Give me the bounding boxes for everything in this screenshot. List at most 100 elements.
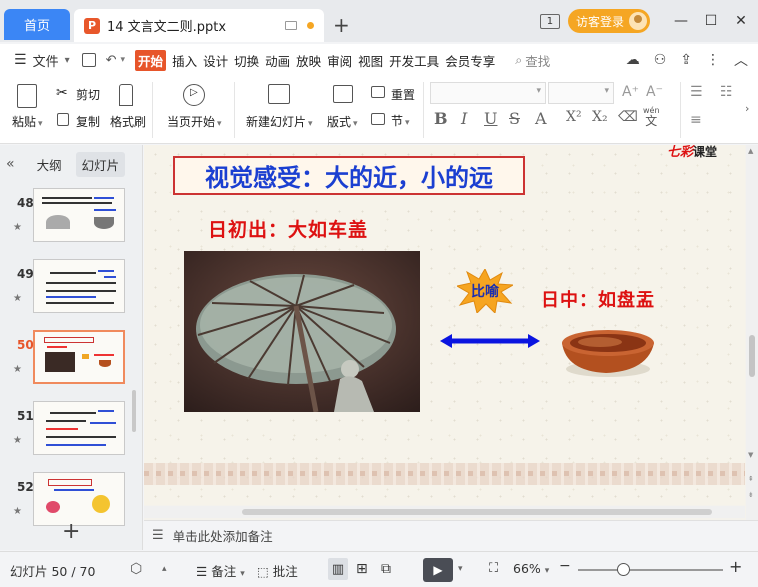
sorter-view-icon[interactable]: ⊞ <box>356 561 368 577</box>
prev-slide-icon[interactable]: ⇞ <box>748 475 754 483</box>
new-slide-button[interactable]: 新建幻灯片 <box>246 113 313 130</box>
reset-icon[interactable] <box>371 86 385 98</box>
notes-area[interactable]: ☰ 单击此处添加备注 <box>144 520 758 550</box>
collapse-ribbon-icon[interactable]: ︿ <box>734 50 748 70</box>
slides-pane-scrollbar[interactable] <box>132 390 136 432</box>
menu-tab-animation[interactable]: 动画 <box>265 51 290 70</box>
tab-slides[interactable]: 幻灯片 <box>75 151 126 177</box>
undo-icon[interactable]: ↶ <box>106 53 117 68</box>
font-color-icon[interactable]: A <box>535 109 547 128</box>
comments-toggle[interactable]: ⬚ 批注 <box>257 561 298 580</box>
parasol-photo[interactable] <box>184 251 420 412</box>
slide-title[interactable]: 视觉感受：大的近，小的远 <box>173 156 525 195</box>
font-size-select[interactable]: ▾ <box>548 82 614 104</box>
home-tab[interactable]: 首页 <box>4 9 70 40</box>
reset-button[interactable]: 重置 <box>391 86 415 103</box>
copy-button[interactable]: 复制 <box>76 113 100 130</box>
add-user-icon[interactable]: ⚇ <box>654 52 667 68</box>
new-tab-plus-icon[interactable]: + <box>333 13 350 37</box>
monitor-icon[interactable] <box>285 21 297 30</box>
menu-tab-member[interactable]: 会员专享 <box>445 51 495 70</box>
underline-icon[interactable]: U <box>484 109 497 128</box>
menu-tab-home[interactable]: 开始 <box>135 49 167 71</box>
collapse-pane-icon[interactable]: « <box>6 156 15 172</box>
font-family-select[interactable]: ▾ <box>430 82 546 104</box>
slide-thumbnail-50[interactable]: 50 ★ <box>0 330 143 390</box>
cloud-sync-icon[interactable]: ☁ <box>626 52 640 68</box>
slideshow-play-button[interactable]: ▶ <box>423 558 453 582</box>
minimize-icon[interactable]: — <box>668 9 694 33</box>
increase-font-icon[interactable]: A⁺ <box>622 84 639 100</box>
share-icon[interactable]: ⇪ <box>680 52 692 68</box>
tab-outline[interactable]: 大纲 <box>37 155 62 174</box>
menu-tab-design[interactable]: 设计 <box>203 51 228 70</box>
superscript-icon[interactable]: X² <box>566 109 582 125</box>
document-tab[interactable]: P 14 文言文二则.pptx <box>74 9 324 42</box>
chevron-down-icon[interactable]: ▾ <box>458 564 463 574</box>
subtitle-right[interactable]: 日中：如盘盂 <box>541 286 655 312</box>
maximize-icon[interactable]: ☐ <box>698 9 724 33</box>
format-painter-icon[interactable] <box>119 84 133 106</box>
menu-tab-insert[interactable]: 插入 <box>172 51 197 70</box>
bold-icon[interactable]: B <box>434 109 448 128</box>
bullet-list-icon[interactable]: ☰ <box>690 84 703 100</box>
pinyin-guide-button[interactable]: wén 文 <box>643 106 660 127</box>
chevron-up-icon[interactable]: ▴ <box>162 564 167 574</box>
normal-view-icon[interactable]: ▥ <box>328 558 348 580</box>
clear-format-icon[interactable]: ⌫ <box>618 109 638 125</box>
subtitle-left[interactable]: 日初出：大如车盖 <box>208 215 368 242</box>
vertical-scrollbar[interactable]: ▲ ▼ ⇞ ⇟ <box>746 145 758 520</box>
slide-thumbnail-51[interactable]: 51 ★ <box>0 401 143 461</box>
menu-tab-slideshow[interactable]: 放映 <box>296 51 321 70</box>
slide-thumbnail-48[interactable]: 48 ★ <box>0 188 143 248</box>
scroll-up-icon[interactable]: ▲ <box>748 147 753 155</box>
strikethrough-icon[interactable]: S <box>509 109 520 128</box>
format-painter-button[interactable]: 格式刷 <box>110 113 146 130</box>
zoom-level[interactable]: 66% ▾ <box>513 561 549 576</box>
zoom-out-icon[interactable]: − <box>559 558 571 574</box>
paste-icon[interactable] <box>17 84 37 108</box>
align-icon[interactable]: ≡ <box>690 112 702 128</box>
scissors-icon[interactable]: ✂ <box>56 85 68 101</box>
section-icon[interactable] <box>371 113 385 125</box>
layout-button[interactable]: 版式 <box>327 113 358 130</box>
zoom-slider-track[interactable] <box>578 569 723 571</box>
subscript-icon[interactable]: X₂ <box>592 109 608 125</box>
new-slide-icon[interactable] <box>268 84 290 104</box>
menu-tab-developer[interactable]: 开发工具 <box>389 51 439 70</box>
search-field[interactable]: ⌕ 查找 <box>515 51 550 70</box>
start-from-current-button[interactable]: 当页开始 <box>167 113 222 130</box>
menu-tab-view[interactable]: 视图 <box>358 51 383 70</box>
visitor-login-button[interactable]: 访客登录 <box>567 9 650 33</box>
decrease-font-icon[interactable]: A⁻ <box>646 84 663 100</box>
save-icon[interactable] <box>81 53 96 67</box>
zoom-slider-knob[interactable] <box>617 563 630 576</box>
menu-tab-transition[interactable]: 切换 <box>234 51 259 70</box>
scroll-down-icon[interactable]: ▼ <box>748 451 753 459</box>
italic-icon[interactable]: I <box>461 109 467 128</box>
numbered-list-icon[interactable]: ☷ <box>720 84 733 100</box>
slide-thumbnail-49[interactable]: 49 ★ <box>0 259 143 319</box>
workspace-number-icon[interactable]: 1 <box>539 13 560 29</box>
file-menu[interactable]: ☰ 文件 ▾ <box>0 51 70 70</box>
add-slide-plus-icon[interactable]: + <box>62 519 80 544</box>
horizontal-scroll-thumb[interactable] <box>242 509 712 515</box>
current-slide[interactable]: 视觉感受：大的近，小的远 七彩课堂 日初出：大如车盖 比喻 日中：如盘盂 <box>144 145 745 505</box>
ribbon-scroll-right-icon[interactable]: › <box>745 102 749 115</box>
theme-cube-icon[interactable]: ⬡ <box>130 561 142 577</box>
zoom-in-icon[interactable]: + <box>729 557 742 576</box>
section-button[interactable]: 节 <box>391 112 410 129</box>
copy-icon[interactable] <box>57 113 69 126</box>
fit-window-icon[interactable]: ⛶ <box>489 561 498 576</box>
reading-view-icon[interactable]: ⧉ <box>381 561 391 577</box>
next-slide-icon[interactable]: ⇟ <box>748 491 754 499</box>
paste-button[interactable]: 粘贴 <box>12 113 43 130</box>
horizontal-scrollbar[interactable] <box>144 506 745 518</box>
chevron-down-icon[interactable]: ▾ <box>121 55 126 65</box>
notes-toggle[interactable]: ☰ 备注 ▾ <box>196 561 245 580</box>
cut-button[interactable]: 剪切 <box>76 86 100 103</box>
close-icon[interactable]: ✕ <box>728 9 754 33</box>
bowl-image[interactable] <box>556 321 656 379</box>
vertical-scroll-thumb[interactable] <box>749 335 755 377</box>
more-icon[interactable]: ⋮ <box>706 52 720 68</box>
